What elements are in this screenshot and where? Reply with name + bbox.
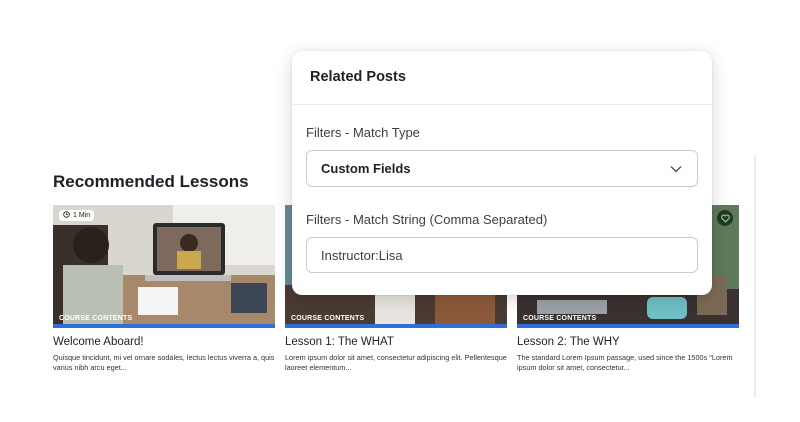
clock-icon <box>63 211 70 220</box>
match-type-select[interactable]: Custom Fields <box>306 150 698 187</box>
related-posts-popup: Related Posts Filters - Match Type Custo… <box>292 51 712 295</box>
divider <box>754 155 756 398</box>
duration-text: 1 Min <box>73 212 91 219</box>
lesson-description: The standard Lorem Ipsum passage, used s… <box>517 353 733 372</box>
popup-title: Related Posts <box>310 69 406 85</box>
lesson-description: Lorem ipsum dolor sit amet, consectetur … <box>285 353 507 372</box>
match-type-label: Filters - Match Type <box>306 125 420 140</box>
match-string-label: Filters - Match String (Comma Separated) <box>306 212 548 227</box>
lesson-thumbnail[interactable]: 1 Min COURSE CONTENTS <box>53 205 275 328</box>
match-string-input[interactable]: Instructor:Lisa <box>306 237 698 273</box>
lesson-description: Quisque tincidunt, mi vel ornare sodales… <box>53 353 275 372</box>
category-badge: COURSE CONTENTS <box>59 315 133 322</box>
category-badge: COURSE CONTENTS <box>523 315 597 322</box>
popup-divider <box>292 104 712 105</box>
accent-stripe <box>285 324 507 328</box>
lesson-title[interactable]: Lesson 2: The WHY <box>517 336 739 348</box>
category-badge: COURSE CONTENTS <box>291 315 365 322</box>
lesson-card[interactable]: 1 Min COURSE CONTENTS Welcome Aboard! Qu… <box>53 205 275 372</box>
accent-stripe <box>53 324 275 328</box>
thumbnail-image <box>53 205 275 328</box>
chevron-down-icon <box>669 162 683 176</box>
match-type-value: Custom Fields <box>321 161 411 176</box>
lesson-title[interactable]: Welcome Aboard! <box>53 336 275 348</box>
section-title: Recommended Lessons <box>53 172 249 191</box>
accent-stripe <box>517 324 739 328</box>
page: Recommended Lessons 1 Min COURSE CONTENT… <box>0 0 800 422</box>
duration-badge: 1 Min <box>59 210 95 221</box>
lesson-title[interactable]: Lesson 1: The WHAT <box>285 336 507 348</box>
heart-icon[interactable] <box>717 210 733 226</box>
